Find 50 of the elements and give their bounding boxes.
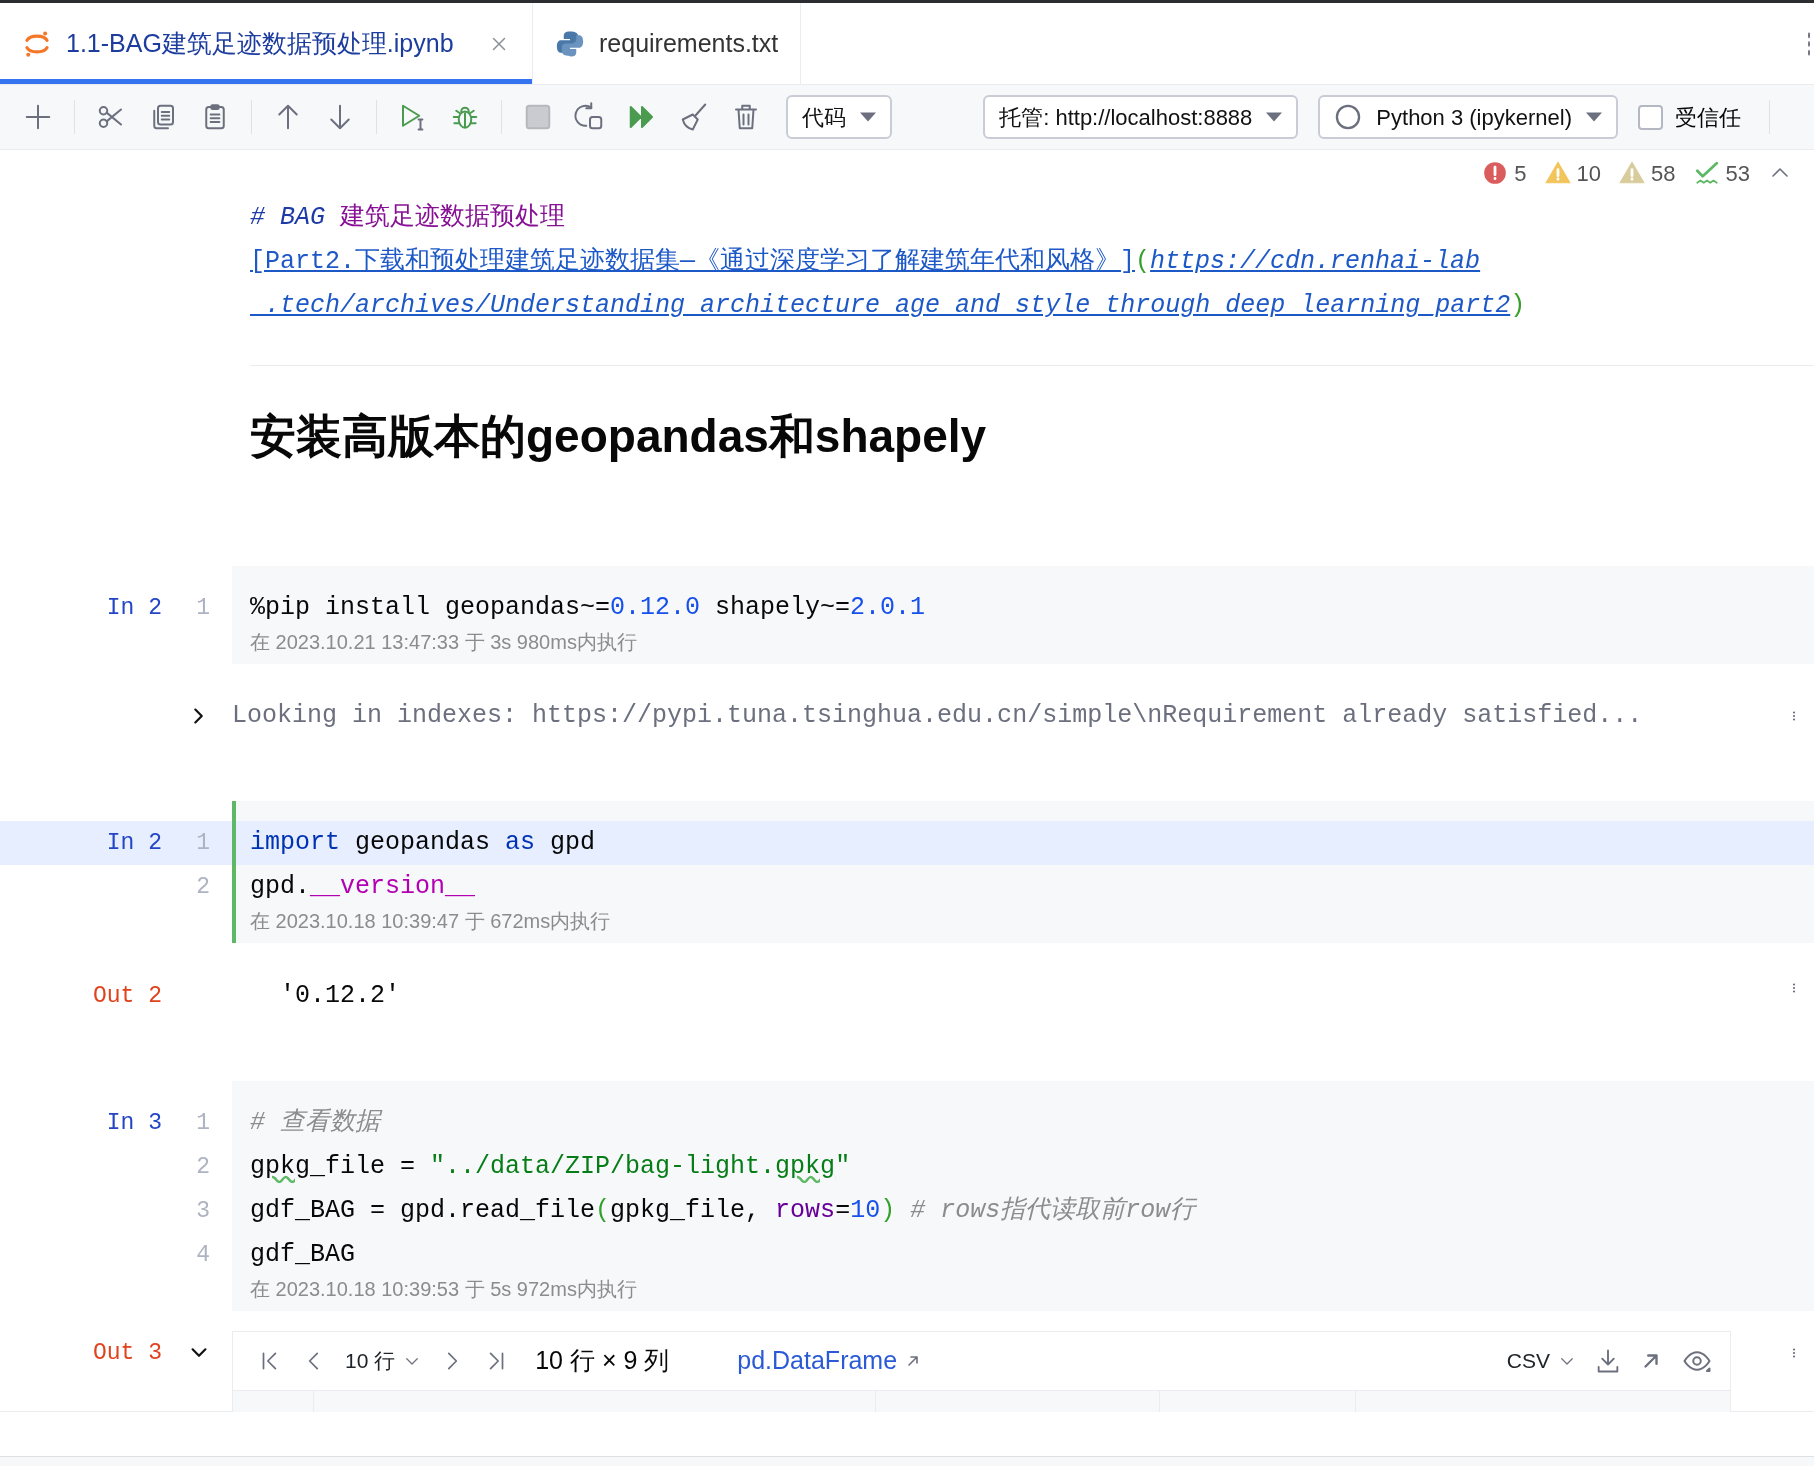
type-link[interactable]: pd.DataFrame [737, 1342, 922, 1380]
execution-info: 在 2023.10.18 10:39:47 于 672ms内执行 [250, 910, 611, 932]
cell-prompt: In 3 [105, 1108, 163, 1138]
cell-prompt: In 2 [105, 828, 163, 858]
trusted-checkbox[interactable] [1638, 104, 1663, 130]
markdown-line: [Part2.下载和预处理建筑足迹数据集—《通过深度学习了解建筑年代和风格》](https://cdn.renhai-lab [249, 246, 1482, 278]
typo-count: 53 [1725, 159, 1750, 188]
editor-tab[interactable]: requirements.txt [533, 3, 802, 84]
caret-icon [860, 112, 876, 122]
caret-icon [1266, 112, 1283, 122]
cell-type-dropdown[interactable]: 代码 [786, 95, 892, 139]
checkbox-label: 受信任 [1675, 103, 1741, 132]
editor-tab[interactable]: 1.1-BAG建筑足迹数据预处理.ipynb [0, 3, 533, 84]
error-icon[interactable] [1482, 160, 1509, 186]
code-cell[interactable]: %pip install geopandas~=0.12.0 shapely~=2.0.1 在 2023.10.21 13:47:33 于 3s 980ms内执行 [232, 566, 1814, 664]
execution-info: 在 2023.10.21 13:47:33 于 3s 980ms内执行 [250, 631, 637, 653]
line-number: 2 [195, 872, 211, 902]
notebook-icon [22, 28, 52, 59]
line-number: 1 [195, 1108, 211, 1138]
weak-warning-count: 58 [1651, 159, 1676, 188]
check-icon[interactable] [1693, 160, 1720, 186]
output-value: '0.12.2' [280, 981, 401, 1011]
line-number: 4 [195, 1240, 211, 1270]
code-line: gdf_BAG = gpd.read_file(gpkg_file, rows=10) # rows指代读取前row行 [249, 1195, 1198, 1227]
code-line: # 查看数据 [232, 1101, 1814, 1145]
format-dropdown[interactable]: CSV [1506, 1345, 1576, 1377]
kernel-dropdown[interactable]: Python 3 (ipykernel) [1318, 95, 1618, 139]
code-line: gpd.__version__ [249, 871, 477, 903]
table-dimensions-label: 10 行 × 9 列 [535, 1345, 670, 1377]
execution-info: 在 2023.10.18 10:39:53 于 5s 972ms内执行 [250, 1278, 637, 1300]
warning-count: 10 [1576, 159, 1602, 188]
code-line: %pip install geopandas~=0.12.0 shapely~=2.0.1 [249, 592, 927, 624]
kernel-status-icon [1334, 103, 1363, 131]
caret-icon [1586, 112, 1602, 122]
markdown-line: # BAG 建筑足迹数据预处理 [249, 202, 567, 234]
code-line: gdf_BAG [249, 1239, 357, 1271]
line-number: 3 [195, 1196, 211, 1226]
line-number: 2 [195, 1152, 211, 1182]
page-size-dropdown[interactable]: 10 行 [345, 1345, 422, 1377]
output-text: Looking in indexes: https://pypi.tuna.tsinghua.edu.cn/simple\nRequirement already satisfied... [232, 701, 1643, 731]
code-cell[interactable]: # 查看数据 gpkg_file = "../data/ZIP/bag-light.gpkg" gdf_BAG = gpd.read_file(gpkg_file, rows=10) # rows指代读取前row行 gdf_BAG 在 2023.10.18 10:39:53 于 5s 972ms内执行 [232, 1081, 1814, 1311]
output-prompt: Out 2 [92, 981, 163, 1011]
cell-prompt: In 2 [105, 593, 163, 623]
code-line: gpkg_file = "../data/ZIP/bag-light.gpkg" [249, 1151, 852, 1183]
server-dropdown[interactable]: 托管: http://localhost:8888 [983, 95, 1299, 139]
output-prompt: Out 3 [92, 1338, 163, 1368]
line-number: 1 [195, 828, 211, 858]
line-number: 1 [195, 593, 211, 623]
code-cell[interactable]: import geopandas as gpd gpd.__version__ 在 2023.10.18 10:39:47 于 672ms内执行 [232, 801, 1814, 943]
error-count: 5 [1514, 159, 1527, 188]
